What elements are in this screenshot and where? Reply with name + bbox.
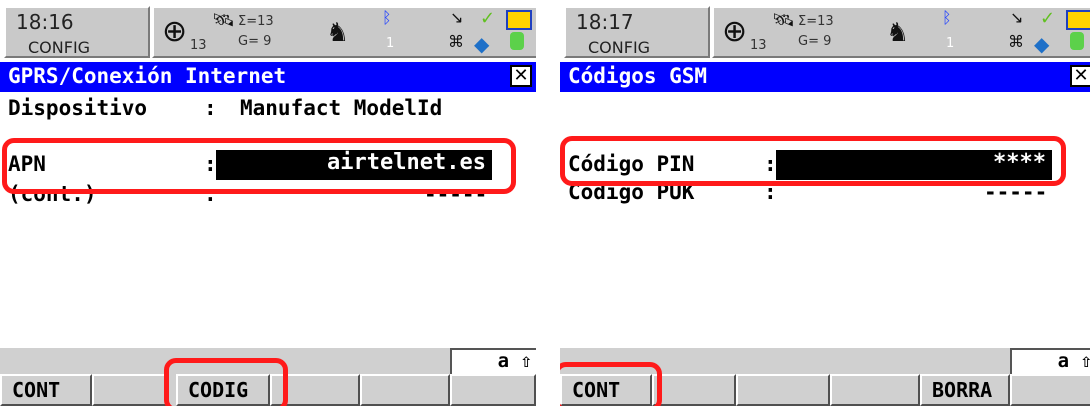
bluetooth-port: 1 <box>386 36 395 51</box>
device-icon <box>510 32 524 50</box>
battery-icon <box>506 10 532 30</box>
softkey-2[interactable] <box>92 374 168 406</box>
shift-indicator: a ⇧ <box>450 348 536 374</box>
gnss-status-panel: ⊕ 13 🛰 Σ=13 G= 9 ♞ ᛒ 1 ↘ ⌘ ✓ ◆ <box>152 6 536 58</box>
field-label: Dispositivo <box>8 96 148 120</box>
gnss-status-panel: ⊕ 13 🛰 Σ=13 G= 9 ♞ ᛒ 1 ↘ ⌘ ✓ ◆ <box>712 6 1090 58</box>
close-button[interactable]: ✕ <box>1070 65 1090 87</box>
field-colon: : <box>204 152 217 176</box>
close-button[interactable]: ✕ <box>510 65 532 87</box>
sat-count-label: 13 <box>750 38 767 53</box>
sat-g-label: G= 9 <box>238 34 272 49</box>
status-bar: 18:16 CONFIG ⊕ 13 🛰 Σ=13 G= 9 ♞ ᛒ 1 ↘ ⌘ … <box>0 0 536 62</box>
softkey-cont[interactable]: CONT <box>0 374 92 406</box>
softkey-6[interactable] <box>1010 374 1090 406</box>
radio-icon: ↘ <box>450 8 464 27</box>
satellite-icon: 🛰 <box>212 10 235 31</box>
sat-sum-label: Σ=13 <box>798 14 834 29</box>
battery-icon <box>1066 10 1090 30</box>
softkey-borra[interactable]: BORRA <box>920 374 1010 406</box>
antenna-icon: ⌘ <box>448 32 464 51</box>
softkey-6[interactable] <box>450 374 536 406</box>
sat-sum-label: Σ=13 <box>238 14 274 29</box>
shift-indicator: a ⇧ <box>1010 348 1090 374</box>
bluetooth-port: 1 <box>946 36 955 51</box>
row-apn[interactable]: APN : airtelnet.es <box>8 150 536 180</box>
page-title: Códigos GSM <box>568 64 708 88</box>
clock: 18:17 <box>576 10 634 34</box>
field-colon: : <box>204 96 217 120</box>
status-bar: 18:17 CONFIG ⊕ 13 🛰 Σ=13 G= 9 ♞ ᛒ 1 ↘ ⌘ … <box>560 0 1090 62</box>
radio-icon: ↘ <box>1010 8 1024 27</box>
sat-count-label: 13 <box>190 38 207 53</box>
memory-card-icon: ◆ <box>1034 32 1050 56</box>
pin-input[interactable]: **** <box>776 150 1052 180</box>
device-value: Manufact ModelId <box>240 96 443 120</box>
row-puk[interactable]: Código PUK : ----- <box>568 180 1090 208</box>
sat-g-label: G= 9 <box>798 34 832 49</box>
crosshair-icon: ⊕ <box>162 14 188 49</box>
softkey-codig[interactable]: CODIG <box>176 374 270 406</box>
bluetooth-icon: ᛒ <box>382 8 392 27</box>
field-label: Código PIN <box>568 152 695 176</box>
device-icon <box>1070 32 1084 50</box>
title-bar: GPRS/Conexión Internet ✕ <box>0 62 536 92</box>
shift-bar: a ⇧ <box>560 348 1090 374</box>
softkey-bar: CONT BORRA <box>560 374 1090 406</box>
field-label: Código PUK <box>568 180 695 204</box>
screen-gsm-codes: 18:17 CONFIG ⊕ 13 🛰 Σ=13 G= 9 ♞ ᛒ 1 ↘ ⌘ … <box>560 0 1090 406</box>
softkey-2[interactable] <box>652 374 736 406</box>
page-title: GPRS/Conexión Internet <box>8 64 287 88</box>
title-bar: Códigos GSM ✕ <box>560 62 1090 92</box>
satellite-icon: 🛰 <box>772 10 795 31</box>
field-colon: : <box>204 182 217 206</box>
softkey-bar: CONT CODIG <box>0 374 536 406</box>
cont-value[interactable]: ----- <box>424 182 487 206</box>
apn-input[interactable]: airtelnet.es <box>216 150 492 180</box>
shift-bar: a ⇧ <box>0 348 536 374</box>
bluetooth-icon: ᛒ <box>942 8 952 27</box>
clock-panel: 18:17 CONFIG <box>564 6 710 58</box>
softkey-4[interactable] <box>270 374 360 406</box>
antenna-icon: ⌘ <box>1008 32 1024 51</box>
field-colon: : <box>764 180 777 204</box>
mode-label: CONFIG <box>28 38 91 57</box>
puk-value[interactable]: ----- <box>984 180 1047 204</box>
row-pin[interactable]: Código PIN : **** <box>568 150 1090 180</box>
rover-icon: ♞ <box>886 18 910 48</box>
screen-gprs-internet: 18:16 CONFIG ⊕ 13 🛰 Σ=13 G= 9 ♞ ᛒ 1 ↘ ⌘ … <box>0 0 536 406</box>
row-dispositivo: Dispositivo : Manufact ModelId <box>8 96 536 124</box>
softkey-5[interactable] <box>360 374 450 406</box>
stylus-icon: ✓ <box>480 8 496 29</box>
clock-panel: 18:16 CONFIG <box>4 6 150 58</box>
field-label: APN <box>8 152 46 176</box>
mode-label: CONFIG <box>588 38 651 57</box>
softkey-cont[interactable]: CONT <box>560 374 652 406</box>
softkey-3[interactable] <box>736 374 830 406</box>
stylus-icon: ✓ <box>1040 8 1056 29</box>
softkey-4[interactable] <box>830 374 920 406</box>
clock: 18:16 <box>16 10 74 34</box>
field-colon: : <box>764 152 777 176</box>
rover-icon: ♞ <box>326 18 350 48</box>
field-label: (cont.) <box>8 182 97 206</box>
crosshair-icon: ⊕ <box>722 14 748 49</box>
memory-card-icon: ◆ <box>474 32 490 56</box>
row-cont[interactable]: (cont.) : ----- <box>8 182 536 210</box>
